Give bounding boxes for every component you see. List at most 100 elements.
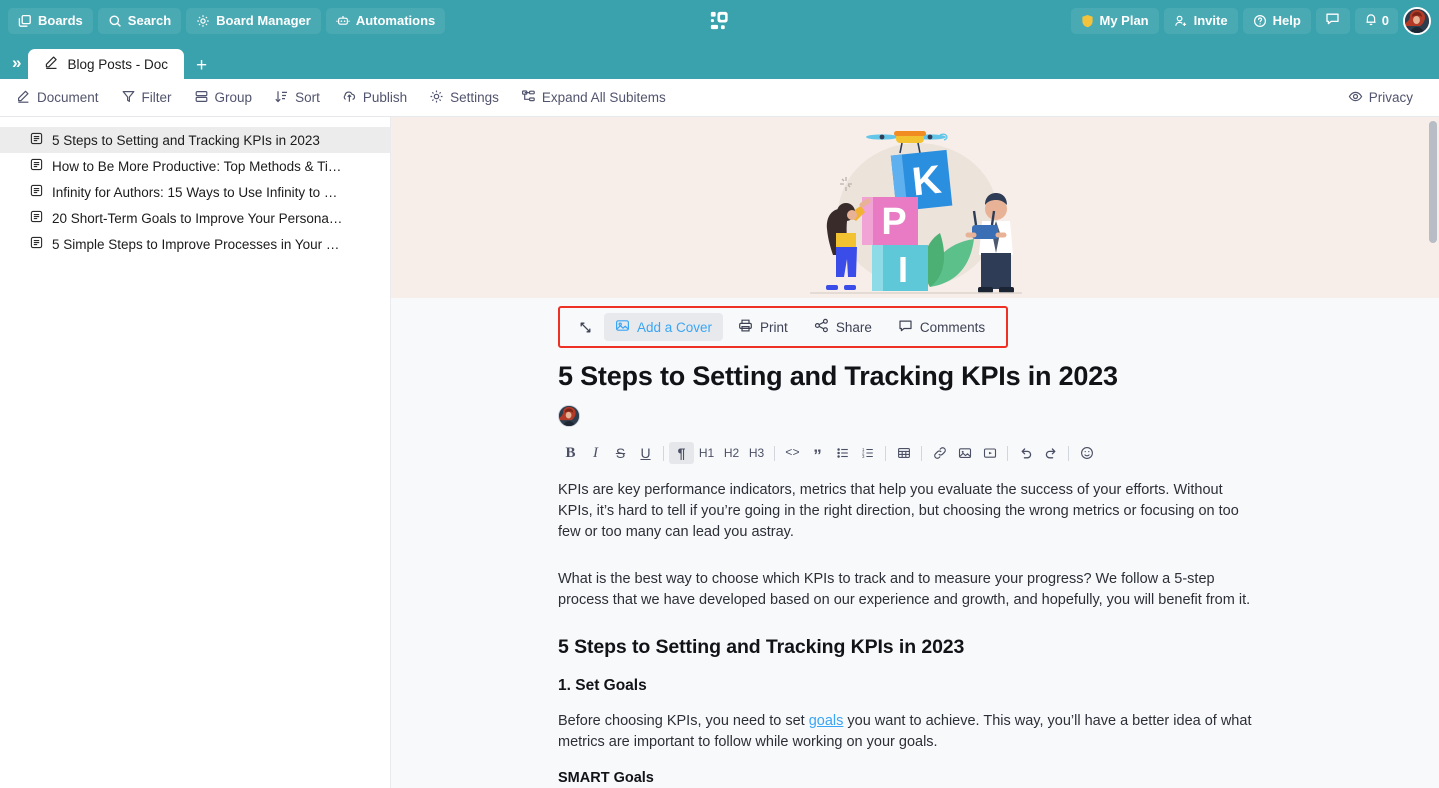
- sidebar-item-0[interactable]: 5 Steps to Setting and Tracking KPIs in …: [0, 127, 390, 153]
- numbered-list-button[interactable]: 1 2 3: [855, 442, 880, 464]
- paragraph-button[interactable]: ¶: [669, 442, 694, 464]
- search-button[interactable]: Search: [97, 7, 182, 34]
- top-navigation-bar: Boards Search Board Manager Automations …: [0, 0, 1439, 41]
- toolbar-privacy-button[interactable]: Privacy: [1348, 89, 1413, 107]
- separator: [663, 445, 664, 461]
- smart-goals-heading[interactable]: SMART Goals: [558, 770, 1258, 786]
- toolbar-settings-button[interactable]: Settings: [429, 89, 499, 107]
- toolbar-sort-label: Sort: [295, 90, 320, 105]
- underline-button[interactable]: U: [633, 442, 658, 464]
- toolbar-group-label: Group: [214, 90, 253, 105]
- page-title[interactable]: 5 Steps to Setting and Tracking KPIs in …: [558, 361, 1439, 392]
- section-heading[interactable]: 5 Steps to Setting and Tracking KPIs in …: [558, 636, 1258, 659]
- rich-text-format-toolbar: B I S U ¶ H1 H2 H3 <> ” 1 2 3: [558, 442, 1439, 464]
- paragraph-3-before: Before choosing KPIs, you need to set: [558, 713, 809, 729]
- document-icon: [30, 210, 43, 226]
- undo-button[interactable]: [1013, 442, 1038, 464]
- toolbar-expand-all-subitems-label: Expand All Subitems: [541, 90, 666, 105]
- sidebar-item-label: How to Be More Productive: Top Methods &…: [52, 158, 342, 174]
- add-tab-button[interactable]: +: [184, 56, 219, 79]
- notifications-count: 0: [1381, 13, 1389, 28]
- italic-button[interactable]: I: [583, 442, 608, 464]
- toolbar-filter-label: Filter: [141, 90, 172, 105]
- sidebar-item-label: 5 Steps to Setting and Tracking KPIs in …: [52, 132, 320, 148]
- share-nodes-icon: [814, 318, 829, 336]
- toolbar-expand-all-subitems-button[interactable]: Expand All Subitems: [521, 89, 666, 107]
- document-icon: [30, 184, 43, 200]
- chat-bubble-icon: [1325, 11, 1340, 31]
- image-button[interactable]: [952, 442, 977, 464]
- share-button[interactable]: Share: [803, 313, 883, 341]
- toolbar-publish-button[interactable]: Publish: [342, 89, 407, 107]
- board-manager-label: Board Manager: [216, 13, 311, 28]
- quote-button[interactable]: ”: [805, 442, 830, 464]
- comment-bubble-icon: [898, 318, 913, 336]
- table-button[interactable]: [891, 442, 916, 464]
- add-a-cover-label: Add a Cover: [637, 319, 713, 335]
- toolbar-filter-button[interactable]: Filter: [121, 89, 172, 107]
- chat-button[interactable]: [1315, 7, 1350, 34]
- expand-sidebar-button[interactable]: »: [8, 54, 28, 79]
- sidebar-item-2[interactable]: Infinity for Authors: 15 Ways to Use Inf…: [0, 179, 390, 205]
- invite-button[interactable]: Invite: [1163, 7, 1238, 34]
- toolbar-settings-label: Settings: [450, 90, 499, 105]
- comments-button[interactable]: Comments: [887, 313, 996, 341]
- strikethrough-button[interactable]: S: [608, 442, 633, 464]
- automations-label: Automations: [355, 13, 436, 28]
- tab-label: Blog Posts - Doc: [67, 56, 169, 72]
- bullet-list-button[interactable]: [830, 442, 855, 464]
- toolbar-publish-label: Publish: [362, 90, 408, 105]
- video-button[interactable]: [977, 442, 1002, 464]
- gear-icon: [196, 14, 210, 28]
- separator: [885, 445, 886, 461]
- tab-blog-posts-doc[interactable]: Blog Posts - Doc: [28, 49, 185, 79]
- paragraph-3[interactable]: Before choosing KPIs, you need to set go…: [558, 711, 1258, 753]
- sidebar-item-1[interactable]: How to Be More Productive: Top Methods &…: [0, 153, 390, 179]
- share-label: Share: [835, 319, 872, 335]
- goals-link[interactable]: goals: [809, 713, 844, 729]
- sidebar-item-label: Infinity for Authors: 15 Ways to Use Inf…: [52, 184, 338, 200]
- comments-label: Comments: [919, 319, 986, 335]
- automations-button[interactable]: Automations: [325, 7, 446, 34]
- toolbar-privacy-label: Privacy: [1368, 90, 1413, 105]
- paragraph-2[interactable]: What is the best way to choose which KPI…: [558, 569, 1258, 611]
- print-button[interactable]: Print: [727, 313, 799, 341]
- author-avatar[interactable]: [558, 405, 580, 427]
- separator: [921, 445, 922, 461]
- sidebar-item-3[interactable]: 20 Short-Term Goals to Improve Your Pers…: [0, 205, 390, 231]
- separator: [1007, 445, 1008, 461]
- emoji-button[interactable]: [1074, 442, 1099, 464]
- code-button[interactable]: <>: [780, 442, 805, 464]
- kpi-illustration: K P I: [790, 117, 1040, 298]
- document-cover[interactable]: K P I: [391, 117, 1439, 298]
- subsection-heading[interactable]: 1. Set Goals: [558, 677, 1258, 695]
- toolbar-document-button[interactable]: Document: [16, 89, 99, 107]
- vertical-scrollbar[interactable]: [1427, 117, 1439, 788]
- heading-1-button[interactable]: H1: [694, 442, 719, 464]
- boards-button[interactable]: Boards: [8, 7, 93, 34]
- notifications-button[interactable]: 0: [1354, 7, 1398, 34]
- bold-button[interactable]: B: [558, 442, 583, 464]
- resize-diagonal-icon[interactable]: [570, 313, 600, 341]
- board-manager-button[interactable]: Board Manager: [186, 7, 321, 34]
- link-button[interactable]: [927, 442, 952, 464]
- my-plan-label: My Plan: [1099, 13, 1149, 28]
- scrollbar-thumb[interactable]: [1429, 121, 1437, 243]
- redo-button[interactable]: [1038, 442, 1063, 464]
- heading-3-button[interactable]: H3: [744, 442, 769, 464]
- toolbar-group-button[interactable]: Group: [194, 89, 253, 107]
- toolbar-sort-button[interactable]: Sort: [274, 89, 320, 107]
- heading-2-button[interactable]: H2: [719, 442, 744, 464]
- user-avatar[interactable]: [1403, 6, 1431, 35]
- svg-text:3: 3: [862, 454, 865, 459]
- add-a-cover-button[interactable]: Add a Cover: [604, 313, 724, 341]
- svg-text:P: P: [881, 201, 906, 243]
- bell-icon: [1364, 12, 1378, 29]
- my-plan-button[interactable]: My Plan: [1070, 7, 1159, 34]
- paragraph-1[interactable]: KPIs are key performance indicators, met…: [558, 480, 1258, 543]
- infinity-logo-icon[interactable]: [707, 8, 733, 34]
- sidebar-item-4[interactable]: 5 Simple Steps to Improve Processes in Y…: [0, 231, 390, 257]
- sort-arrow-icon: [274, 89, 289, 107]
- group-rows-icon: [194, 89, 209, 107]
- help-button[interactable]: Help: [1242, 7, 1311, 34]
